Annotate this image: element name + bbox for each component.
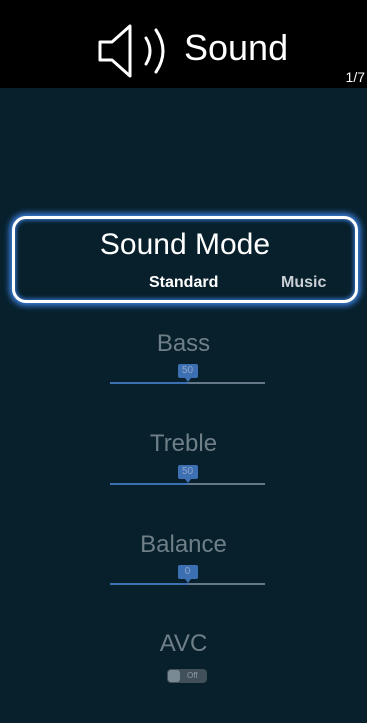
sound-mode-selector[interactable]: Sound Mode Standard Music bbox=[12, 216, 358, 303]
balance-slider-fill bbox=[110, 583, 188, 585]
treble-label: Treble bbox=[149, 430, 218, 457]
bass-slider-thumb[interactable]: 50 bbox=[177, 364, 198, 382]
header-bar: Sound 1/7 bbox=[0, 0, 367, 88]
avc-label: AVC bbox=[159, 630, 208, 657]
treble-slider-thumb[interactable]: 50 bbox=[177, 465, 198, 483]
bass-label: Bass bbox=[156, 330, 211, 357]
page-title: Sound bbox=[184, 27, 289, 68]
sound-mode-option-standard[interactable]: Standard bbox=[149, 273, 218, 293]
treble-slider-fill bbox=[110, 483, 188, 485]
balance-slider[interactable] bbox=[110, 583, 265, 585]
bass-slider-fill bbox=[110, 382, 188, 384]
avc-toggle-knob bbox=[168, 670, 180, 682]
treble-slider[interactable] bbox=[110, 483, 265, 485]
avc-toggle[interactable]: Off bbox=[167, 669, 207, 683]
avc-toggle-state: Off bbox=[187, 671, 198, 680]
sound-mode-label: Sound Mode bbox=[99, 228, 271, 261]
balance-slider-thumb[interactable]: 0 bbox=[177, 565, 198, 583]
bass-slider[interactable] bbox=[110, 382, 265, 384]
speaker-icon bbox=[98, 24, 165, 78]
sound-mode-option-music[interactable]: Music bbox=[281, 273, 326, 293]
balance-label: Balance bbox=[140, 531, 227, 558]
page-indicator: 1/7 bbox=[345, 69, 365, 85]
